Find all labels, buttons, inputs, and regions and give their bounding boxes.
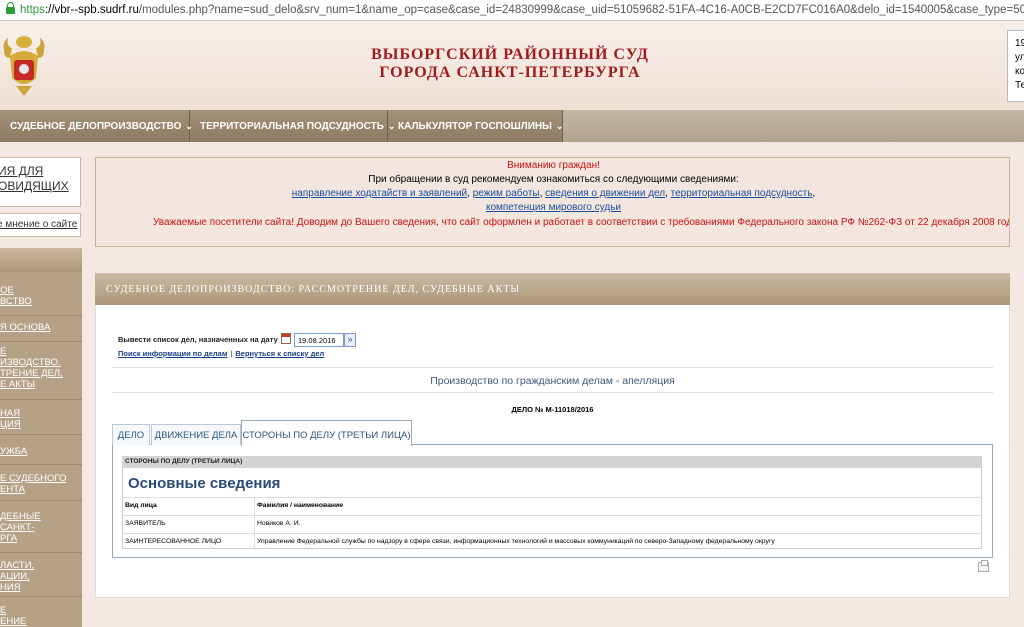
nav-label: КАЛЬКУЛЯТОР ГОСПОШЛИНЫ xyxy=(398,121,552,132)
url-scheme: https xyxy=(20,4,45,16)
party-type: ЗАЯВИТЕЛЬ xyxy=(125,520,166,527)
date-filter-label: Вывести список дел, назначенных на дату xyxy=(118,335,278,344)
sidebar-item-line: ДЕБНЫЕ xyxy=(0,511,41,522)
accessibility-version-link[interactable]: ИЯ ДЛЯ ОВИДЯЩИХ xyxy=(0,157,81,207)
case-links: Поиск информации по делам | Вернуться к сп… xyxy=(118,349,324,358)
go-button[interactable]: » xyxy=(344,333,356,347)
link-separator: | xyxy=(230,349,233,358)
nav-court-proceedings[interactable]: СУДЕБНОЕ ДЕЛОПРОИЗВОДСТВО ⌄ xyxy=(0,110,193,142)
contact-line: Те xyxy=(1015,80,1024,91)
basic-info-title: Основные сведения xyxy=(128,475,281,492)
sidebar-item-line: Е xyxy=(0,346,7,357)
sidebar-item-line: Я ОСНОВА xyxy=(0,322,51,333)
date-input[interactable] xyxy=(294,333,344,347)
party-name: Новиков А. И. xyxy=(257,520,301,527)
address-bar[interactable]: https://vbr--spb.sudrf.ru/modules.php?na… xyxy=(0,0,1024,21)
notice-link-case-movement[interactable]: сведения о движении дел xyxy=(545,188,665,199)
site-title: ВЫБОРГСКИЙ РАЙОННЫЙ СУД ГОРОДА САНКТ-ПЕТ… xyxy=(260,46,760,82)
sidebar-item-line: ЕНТА xyxy=(0,484,26,495)
sidebar-item-line: Е СУДЕБНОГО xyxy=(0,473,67,484)
sidebar-item-line: Е xyxy=(0,605,7,616)
section-title: СУДЕБНОЕ ДЕЛОПРОИЗВОДСТВО: РАССМОТРЕНИЕ … xyxy=(95,273,1010,305)
sidebar-item-line: ЦИЯ xyxy=(0,419,21,430)
parties-header: СТОРОНЫ ПО ДЕЛУ (ТРЕТЬИ ЛИЦА) xyxy=(122,456,982,468)
notice-link-magistrate[interactable]: компетенция мирового судьи xyxy=(486,202,621,213)
sidebar-item[interactable]: ЛАСТИ, АЦИИ, НИЯ xyxy=(0,553,82,597)
sidebar-item[interactable]: Е ИЗВОДСТВО. ТРЕНИЕ ДЕЛ, Е АКТЫ xyxy=(0,342,82,400)
sidebar-item-line: УЖБА xyxy=(0,446,28,457)
sidebar-item[interactable]: Е СУДЕБНОГО ЕНТА xyxy=(0,465,82,501)
nav-fee-calculator[interactable]: КАЛЬКУЛЯТОР ГОСПОШЛИНЫ ⌄ xyxy=(388,110,563,142)
sidebar-item[interactable]: ДЕБНЫЕ САНКТ- РГА xyxy=(0,501,82,553)
accessibility-line: ОВИДЯЩИХ xyxy=(0,179,69,193)
sidebar-item-line: ВСТВО xyxy=(0,296,32,307)
sidebar-item-line: ЛАСТИ, xyxy=(0,560,35,571)
case-number: ДЕЛО № М-11018/2016 xyxy=(511,405,594,414)
calendar-icon[interactable] xyxy=(281,333,291,344)
notice-intro: При обращении в суд рекомендуем ознакоми… xyxy=(368,174,739,185)
party-name: Управление Федеральной службы по надзору… xyxy=(257,538,775,545)
search-cases-link[interactable]: Поиск информации по делам xyxy=(118,349,227,358)
table-row: ЗАЯВИТЕЛЬ Новиков А. И. xyxy=(122,515,982,530)
sidebar-item-line: НАЯ xyxy=(0,408,21,419)
sidebar-item-line: ОЕ xyxy=(0,285,14,296)
notice-link-petitions[interactable]: направление ходатайств и заявлений xyxy=(292,188,467,199)
party-type: ЗАИНТЕРЕСОВАННОЕ ЛИЦО xyxy=(125,538,222,545)
contact-line: ул xyxy=(1015,52,1024,63)
sidebar-item[interactable]: Е ЕНИЕ xyxy=(0,597,82,627)
sidebar-item-line: НИЯ xyxy=(0,582,21,593)
sidebar-item[interactable]: НАЯ ЦИЯ xyxy=(0,400,82,435)
tab-parties[interactable]: СТОРОНЫ ПО ДЕЛУ (ТРЕТЬИ ЛИЦА) xyxy=(241,420,412,446)
back-to-list-link[interactable]: Вернуться к списку дел xyxy=(235,349,324,358)
sidebar-item-line: ИЗВОДСТВО. xyxy=(0,357,61,368)
sidebar-item-line: САНКТ- xyxy=(0,522,35,533)
citizen-notice: Вниманию граждан! При обращении в суд ре… xyxy=(95,157,1010,247)
nav-filler xyxy=(563,110,1024,142)
coat-of-arms-icon xyxy=(3,36,45,96)
nav-territorial-jurisdiction[interactable]: ТЕРРИТОРИАЛЬНАЯ ПОДСУДНОСТЬ ⌄ xyxy=(190,110,395,142)
url-domain: ://vbr--spb.sudrf.ru xyxy=(44,4,139,16)
notice-heading: Вниманию граждан! xyxy=(507,160,600,171)
tab-case[interactable]: ДЕЛО xyxy=(112,424,150,445)
lock-icon xyxy=(6,2,15,14)
sidebar-item[interactable]: ОЕ ВСТВО xyxy=(0,283,82,316)
url-path: /modules.php?name=sud_delo&srv_num=1&nam… xyxy=(138,4,1024,16)
column-header: Вид лица xyxy=(125,502,157,509)
accessibility-line: ИЯ ДЛЯ xyxy=(0,164,44,178)
nav-label: СУДЕБНОЕ ДЕЛОПРОИЗВОДСТВО xyxy=(10,121,182,132)
notice-links: направление ходатайств и заявлений, режи… xyxy=(291,188,816,199)
sidebar-nav-header xyxy=(0,248,82,272)
sidebar-item[interactable]: УЖБА xyxy=(0,435,82,465)
contact-line: ко xyxy=(1015,66,1024,77)
feedback-link[interactable]: е мнение о сайте xyxy=(0,213,81,237)
feedback-label: е мнение о сайте xyxy=(0,219,78,230)
table-row: ЗАИНТЕРЕСОВАННОЕ ЛИЦО Управление Федерал… xyxy=(122,533,982,548)
sidebar-item-line: АЦИИ, xyxy=(0,571,30,582)
column-header: Фамилия / наименование xyxy=(257,502,343,509)
contact-line: 19 xyxy=(1015,38,1024,49)
tab-case-movement[interactable]: ДВИЖЕНИЕ ДЕЛА xyxy=(151,424,241,445)
sidebar-item-line: Е АКТЫ xyxy=(0,379,36,390)
sidebar-item[interactable]: Я ОСНОВА xyxy=(0,316,82,342)
divider xyxy=(112,367,993,368)
column-divider xyxy=(254,497,255,549)
notice-warning: Уважаемые посетители сайта! Доводим до В… xyxy=(153,217,1010,228)
divider xyxy=(112,392,993,393)
notice-link-jurisdiction[interactable]: территориальная подсудность xyxy=(671,188,813,199)
proceeding-title: Производство по гражданским делам - апел… xyxy=(430,375,675,387)
sidebar-item-line: РГА xyxy=(0,533,18,544)
site-title-line1: ВЫБОРГСКИЙ РАЙОННЫЙ СУД xyxy=(371,46,649,63)
nav-label: ТЕРРИТОРИАЛЬНАЯ ПОДСУДНОСТЬ xyxy=(200,121,384,132)
table-header-row: Вид лица Фамилия / наименование xyxy=(122,497,982,512)
sidebar-item-line: ЕНИЕ xyxy=(0,616,27,627)
site-title-line2: ГОРОДА САНКТ-ПЕТЕРБУРГА xyxy=(379,64,641,81)
notice-link-schedule[interactable]: режим работы xyxy=(473,188,540,199)
printer-icon[interactable] xyxy=(978,560,989,572)
sidebar-item-line: ТРЕНИЕ ДЕЛ, xyxy=(0,368,63,379)
contact-box: 19 ул ко Те xyxy=(1007,30,1024,102)
